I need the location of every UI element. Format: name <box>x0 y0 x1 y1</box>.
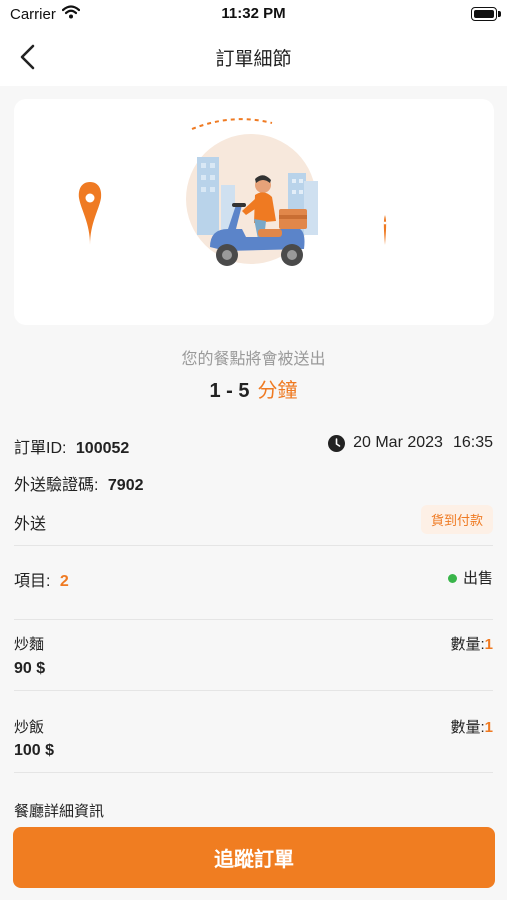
item-qty-value: 1 <box>484 636 493 653</box>
location-pin-icon <box>78 182 102 245</box>
delivery-code-label: 外送驗證碼: <box>14 477 99 494</box>
item-name: 炒麵 <box>14 636 45 653</box>
back-button[interactable] <box>14 42 44 72</box>
eta-label: 您的餐點將會被送出 <box>181 351 326 368</box>
items-count-row: 項目: 2 <box>14 567 493 591</box>
eta-time: 1 - 5 分鐘 <box>0 374 507 403</box>
eta-range: 1 - 5 <box>209 380 250 402</box>
item-price: 90 $ <box>14 660 46 677</box>
divider <box>14 772 493 773</box>
delivery-illustration-card <box>14 99 494 325</box>
clock-icon <box>328 434 346 452</box>
delivery-code-value: 7902 <box>107 477 144 494</box>
order-id-label: 訂單ID: <box>14 440 67 457</box>
item-qty-label: 數量: <box>450 719 485 736</box>
item-qty-label: 數量: <box>450 636 485 653</box>
status-dot-icon <box>447 573 457 583</box>
divider <box>14 545 493 546</box>
nav-bar: 訂單細節 <box>0 28 507 86</box>
order-date: 20 Mar 2023 <box>353 434 443 451</box>
back-arrow-icon[interactable] <box>14 42 44 72</box>
eta-unit: 分鐘 <box>257 380 298 402</box>
order-status: 出售 <box>447 567 493 588</box>
divider <box>14 690 493 691</box>
order-status-label: 出售 <box>462 570 493 587</box>
divider <box>14 619 493 620</box>
delivery-code-row: 外送驗證碼: 7902 <box>14 471 493 495</box>
item-price: 100 $ <box>14 742 55 759</box>
track-order-button[interactable]: 追蹤訂單 <box>13 827 495 888</box>
clock-time: 11:32 PM <box>221 5 286 22</box>
list-item: 炒飯 <box>14 716 493 737</box>
item-name: 炒飯 <box>14 719 45 736</box>
items-count-value: 2 <box>59 573 69 590</box>
item-quantity: 數量:1 <box>450 633 493 654</box>
delivery-scooter-illustration <box>78 118 387 266</box>
battery-icon <box>471 7 501 21</box>
payment-method-badge: 貨到付款 <box>420 505 493 534</box>
order-id-value: 100052 <box>75 440 130 457</box>
restaurant-details-label: 餐廳詳細資訊 <box>14 803 105 820</box>
order-datetime: 20 Mar 2023 16:35 <box>328 434 493 452</box>
list-item: 炒麵 <box>14 633 493 654</box>
order-time: 16:35 <box>452 434 493 451</box>
status-bar: Carrier 11:32 PM <box>0 0 507 28</box>
page-title: 訂單細節 <box>215 49 292 70</box>
item-quantity: 數量:1 <box>450 716 493 737</box>
items-count-label: 項目: <box>14 573 51 590</box>
item-qty-value: 1 <box>484 719 493 736</box>
